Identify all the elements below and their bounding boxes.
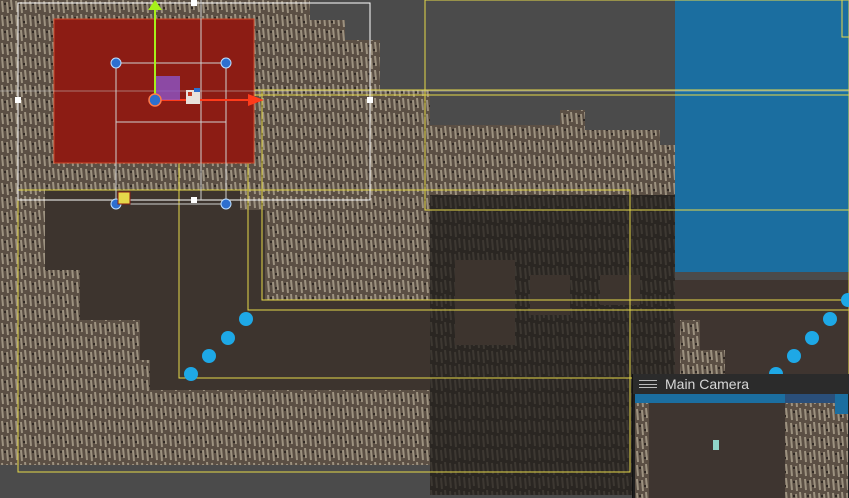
water-area [675, 0, 849, 272]
dark-rock-gap [455, 260, 515, 345]
camera-preview-view [635, 394, 848, 498]
camera-preview-title: Main Camera [665, 376, 750, 392]
gizmo-center-handle [148, 93, 162, 107]
drag-handle-icon[interactable] [639, 380, 657, 388]
camera-preview-panel[interactable]: Main Camera [632, 374, 849, 498]
player-sprite-icon[interactable] [186, 88, 200, 104]
player-preview-icon [713, 440, 719, 450]
spawn-point-icon[interactable] [117, 191, 131, 205]
dark-rock-gap [530, 275, 570, 315]
camera-preview-header[interactable]: Main Camera [633, 374, 849, 394]
